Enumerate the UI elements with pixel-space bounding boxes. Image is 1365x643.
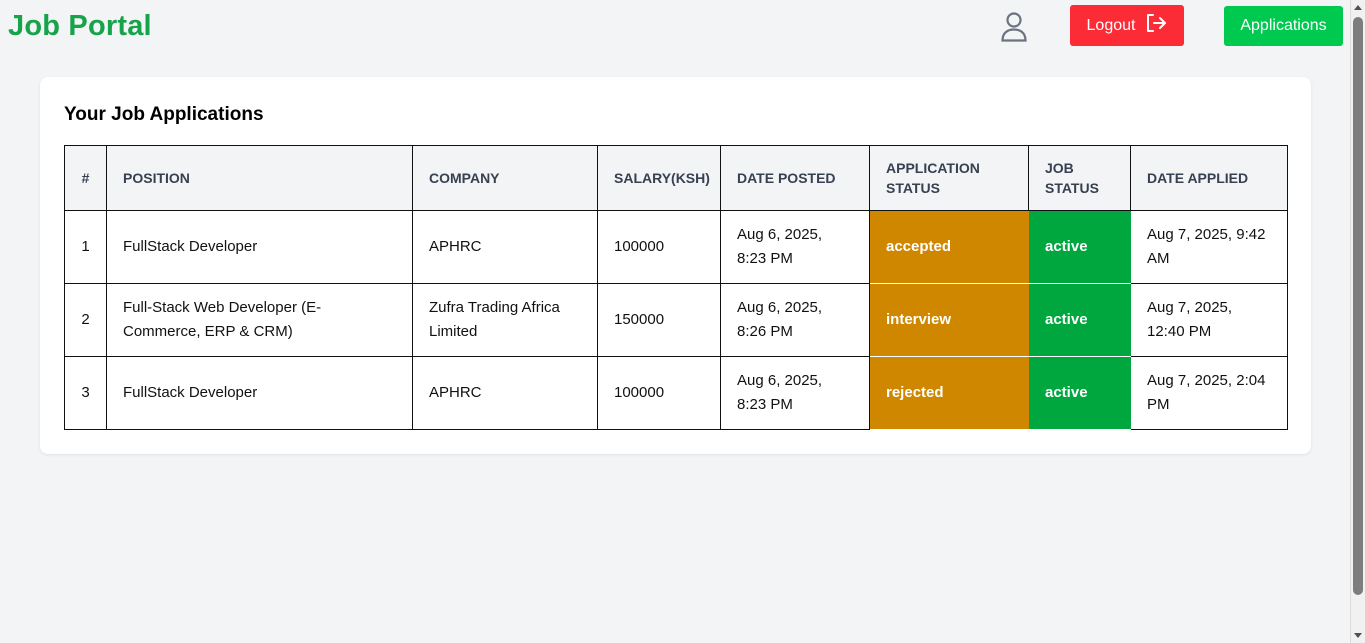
position-cell: FullStack Developer [106, 356, 413, 430]
date-applied-cell: Aug 7, 2025, 9:42 AM [1130, 210, 1288, 284]
date-applied-cell: Aug 7, 2025, 2:04 PM [1130, 356, 1288, 430]
logout-button[interactable]: Logout [1070, 5, 1184, 46]
table-row[interactable]: 1 FullStack Developer APHRC 100000 Aug 6… [64, 210, 1288, 284]
column-header-salary: SALARY(KSH) [597, 145, 721, 211]
salary-cell: 100000 [597, 356, 721, 430]
salary-cell: 150000 [597, 283, 721, 357]
application-status-badge: interview [869, 283, 1029, 357]
applications-button[interactable]: Applications [1224, 6, 1343, 46]
date-posted-cell: Aug 6, 2025, 8:23 PM [720, 210, 870, 284]
date-posted-cell: Aug 6, 2025, 8:26 PM [720, 283, 870, 357]
position-cell: Full-Stack Web Developer (E-Commerce, ER… [106, 283, 413, 357]
row-number: 3 [64, 356, 107, 430]
card-title: Your Job Applications [64, 104, 264, 125]
column-header-job-status: JOB STATUS [1028, 145, 1131, 211]
application-status-badge: accepted [869, 210, 1029, 284]
company-cell: APHRC [412, 210, 598, 284]
table-row[interactable]: 2 Full-Stack Web Developer (E-Commerce, … [64, 283, 1288, 357]
job-status-badge: active [1028, 210, 1131, 284]
job-status-badge: active [1028, 356, 1131, 430]
table-header-row: # POSITION COMPANY SALARY(KSH) DATE POST… [64, 145, 1288, 211]
company-cell: APHRC [412, 356, 598, 430]
table-row[interactable]: 3 FullStack Developer APHRC 100000 Aug 6… [64, 356, 1288, 430]
applications-card: Your Job Applications # POSITION COMPANY… [40, 77, 1311, 454]
logout-label: Logout [1086, 16, 1136, 34]
logout-icon [1145, 13, 1167, 38]
application-status-badge: rejected [869, 356, 1029, 430]
scroll-up-arrow-icon[interactable] [1354, 5, 1362, 10]
position-cell: FullStack Developer [106, 210, 413, 284]
column-header-number: # [64, 145, 107, 211]
salary-cell: 100000 [597, 210, 721, 284]
row-number: 2 [64, 283, 107, 357]
date-posted-cell: Aug 6, 2025, 8:23 PM [720, 356, 870, 430]
applications-table: # POSITION COMPANY SALARY(KSH) DATE POST… [64, 145, 1288, 430]
column-header-company: COMPANY [412, 145, 598, 211]
column-header-date-applied: DATE APPLIED [1130, 145, 1288, 211]
scrollbar-thumb[interactable] [1353, 17, 1363, 595]
job-status-badge: active [1028, 283, 1131, 357]
column-header-date-posted: DATE POSTED [720, 145, 870, 211]
row-number: 1 [64, 210, 107, 284]
user-icon[interactable] [999, 11, 1029, 43]
column-header-application-status: APPLICATION STATUS [869, 145, 1029, 211]
date-applied-cell: Aug 7, 2025, 12:40 PM [1130, 283, 1288, 357]
applications-label: Applications [1240, 17, 1327, 34]
company-cell: Zufra Trading Africa Limited [412, 283, 598, 357]
scroll-down-arrow-icon[interactable] [1354, 633, 1362, 638]
column-header-position: POSITION [106, 145, 413, 211]
vertical-scrollbar[interactable] [1350, 0, 1365, 643]
brand-logo[interactable]: Job Portal [8, 10, 152, 43]
